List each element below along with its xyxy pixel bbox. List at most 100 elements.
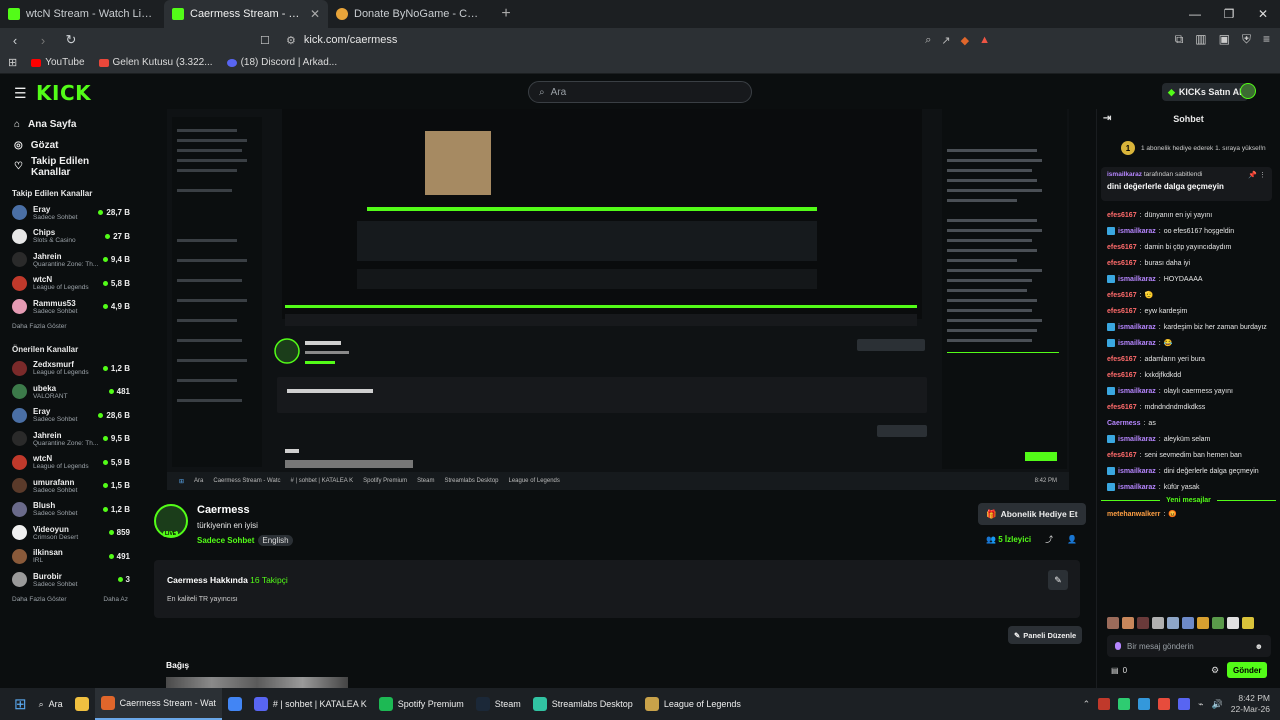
tray-overflow-icon[interactable]: ⌃ <box>1083 699 1091 710</box>
taskbar-app-button[interactable] <box>222 688 248 720</box>
gift-subscription-button[interactable]: 🎁 Abonelik Hediye Et <box>978 503 1086 525</box>
emote-icon[interactable] <box>1137 617 1149 629</box>
chat-username[interactable]: ismailkaraz <box>1118 324 1156 331</box>
pin-options-icon[interactable]: 📌 ⋮ <box>1248 171 1266 179</box>
wallet-icon[interactable]: ▣ <box>1219 32 1230 47</box>
share-icon[interactable]: ↗ <box>941 34 950 47</box>
taskbar-app-button[interactable]: League of Legends <box>639 688 747 720</box>
sidebar-channel[interactable]: umurafann Sadece Sohbet 1,5 B <box>0 474 140 498</box>
taskbar-app-button[interactable]: Spotify Premium <box>373 688 470 720</box>
back-icon[interactable]: ‹ <box>8 33 22 48</box>
emote-icon[interactable] <box>1242 617 1254 629</box>
sidebar-channel[interactable]: Jahrein Quarantine Zone: Th... 9,5 B <box>0 427 140 451</box>
user-avatar[interactable] <box>1240 83 1256 99</box>
minimize-icon[interactable]: — <box>1178 0 1212 28</box>
network-icon[interactable]: ⌁ <box>1198 699 1203 710</box>
maximize-icon[interactable]: ❐ <box>1212 0 1246 28</box>
emote-icon[interactable] <box>1107 617 1119 629</box>
chat-username[interactable]: efes6167 <box>1107 212 1137 219</box>
emote-icon[interactable] <box>1167 617 1179 629</box>
sidebar-channel[interactable]: ilkinsan IRL 491 <box>0 545 140 569</box>
taskbar-app-button[interactable]: Steam <box>470 688 527 720</box>
taskbar-app-button[interactable]: Caermess Stream - Wat <box>94 688 222 720</box>
search-input[interactable]: ⌕ Ara <box>528 81 752 103</box>
sidebar-channel[interactable]: wtcN League of Legends 5,8 B <box>0 272 140 296</box>
chat-username[interactable]: ismailkaraz <box>1118 468 1156 475</box>
reload-icon[interactable]: ↻ <box>64 32 78 48</box>
sidebar-channel[interactable]: Blush Sadece Sohbet 1,2 B <box>0 498 140 522</box>
brave-shield-icon[interactable]: ◆ <box>961 34 969 47</box>
chat-username[interactable]: efes6167 <box>1107 292 1137 299</box>
chat-input[interactable]: Bir mesaj gönderin ☻ <box>1107 635 1271 657</box>
sidebar-channel[interactable]: Eray Sadece Sohbet 28,6 B <box>0 404 140 428</box>
user-options-icon[interactable]: 👤 <box>1067 535 1077 544</box>
channel-name[interactable]: Caermess <box>197 504 250 516</box>
show-less-link[interactable]: Daha Az <box>103 596 128 608</box>
close-window-icon[interactable]: ✕ <box>1246 0 1280 28</box>
volume-icon[interactable]: 🔊 <box>1212 699 1223 710</box>
site-info-icon[interactable]: ⚙ <box>286 34 296 47</box>
chat-username[interactable]: Caermess <box>1107 420 1140 427</box>
sidebar-channel[interactable]: Zedxsmurf League of Legends 1,2 B <box>0 357 140 381</box>
chat-username[interactable]: ismailkaraz <box>1118 388 1156 395</box>
donate-panel-image[interactable] <box>166 677 348 688</box>
mic-icon[interactable] <box>1115 642 1121 650</box>
buy-kicks-button[interactable]: ◆ KICKs Satın Al <box>1162 83 1248 101</box>
sidebar-channel[interactable]: Burobir Sadece Sohbet 3 <box>0 568 140 592</box>
sidebar-channel[interactable]: Videoyun Crimson Desert 859 <box>0 521 140 545</box>
chat-username[interactable]: ismailkaraz <box>1118 276 1156 283</box>
sidebar-channel[interactable]: Chips Slots & Casino 27 B <box>0 225 140 249</box>
nav-home[interactable]: ⌂ Ana Sayfa <box>0 114 140 135</box>
start-button[interactable]: ⊞ <box>0 688 33 720</box>
sidebar-channel[interactable]: Rammus53 Sadece Sohbet 4,9 B <box>0 295 140 319</box>
chat-username[interactable]: efes6167 <box>1107 308 1137 315</box>
vpn-icon[interactable]: ⛨ <box>1242 32 1251 47</box>
tab-caermess[interactable]: Caermess Stream - Watch Live on Kick ✕ <box>164 0 328 28</box>
tray-app-icon[interactable] <box>1158 698 1171 710</box>
video-player[interactable]: ⊞ Ara Caermess Stream - Watc # | sohbet … <box>167 109 1069 490</box>
tab-donate[interactable]: Donate ByNoGame - Caermess <box>328 0 492 28</box>
close-tab-icon[interactable]: ✕ <box>310 7 320 21</box>
chat-username[interactable]: efes6167 <box>1107 244 1137 251</box>
emote-icon[interactable] <box>1182 617 1194 629</box>
gift-leaderboard-banner[interactable]: 1 1 abonelik hediye ederek 1. sıraya yük… <box>1097 129 1280 155</box>
brave-rewards-icon[interactable]: ▲ <box>979 34 990 47</box>
chat-username[interactable]: efes6167 <box>1107 356 1137 363</box>
emote-icon[interactable] <box>1227 617 1239 629</box>
kick-logo[interactable]: KICK <box>36 81 91 105</box>
emote-icon[interactable] <box>1152 617 1164 629</box>
taskbar-app-button[interactable]: Streamlabs Desktop <box>527 688 639 720</box>
emoji-picker-icon[interactable]: ☻ <box>1255 642 1263 651</box>
hamburger-menu-icon[interactable]: ☰ <box>14 85 27 102</box>
chat-username[interactable]: ismailkaraz <box>1118 228 1156 235</box>
sidebar-channel[interactable]: wtcN League of Legends 5,9 B <box>0 451 140 475</box>
sidebar-toggle-icon[interactable]: ▥ <box>1195 32 1206 47</box>
emote-icon[interactable] <box>1212 617 1224 629</box>
forward-icon[interactable]: › <box>36 33 50 48</box>
new-tab-button[interactable]: + <box>492 0 520 28</box>
chat-username[interactable]: efes6167 <box>1107 372 1137 379</box>
followed-more-link[interactable]: Daha Fazla Göster <box>0 323 140 335</box>
bookmark-gmail[interactable]: Gelen Kutusu (3.322... <box>98 57 213 68</box>
zoom-icon[interactable]: ⌕ <box>925 34 931 47</box>
sidebar-channel[interactable]: Jahrein Quarantine Zone: Th... 9,4 B <box>0 248 140 272</box>
chat-username[interactable]: efes6167 <box>1107 260 1137 267</box>
points-icon[interactable]: ▤ <box>1111 666 1119 675</box>
tray-app-icon[interactable] <box>1098 698 1111 710</box>
chat-username[interactable]: metehanwalkerr <box>1107 511 1160 518</box>
bookmark-youtube[interactable]: YouTube <box>31 57 85 68</box>
bookmark-icon[interactable]: ☐ <box>260 34 270 47</box>
tray-app-icon[interactable] <box>1118 698 1131 710</box>
taskbar-search[interactable]: ⌕ Ara <box>33 688 69 720</box>
chat-settings-icon[interactable]: ⚙ <box>1211 665 1219 676</box>
emote-icon[interactable] <box>1197 617 1209 629</box>
nav-following[interactable]: ♡ Takip Edilen Kanallar <box>0 156 140 178</box>
taskbar-clock[interactable]: 8:42 PM 22-Mar-26 <box>1231 693 1270 715</box>
edit-about-button[interactable]: ✎ <box>1048 570 1068 590</box>
sidebar-channel[interactable]: Eray Sadece Sohbet 28,7 B <box>0 201 140 225</box>
chat-username[interactable]: efes6167 <box>1107 404 1137 411</box>
chat-username[interactable]: efes6167 <box>1107 452 1137 459</box>
sidebar-channel[interactable]: ubeka VALORANT 481 <box>0 380 140 404</box>
chat-username[interactable]: ismailkaraz <box>1118 484 1156 491</box>
edit-panels-button[interactable]: ✎ Paneli Düzenle <box>1008 626 1083 644</box>
